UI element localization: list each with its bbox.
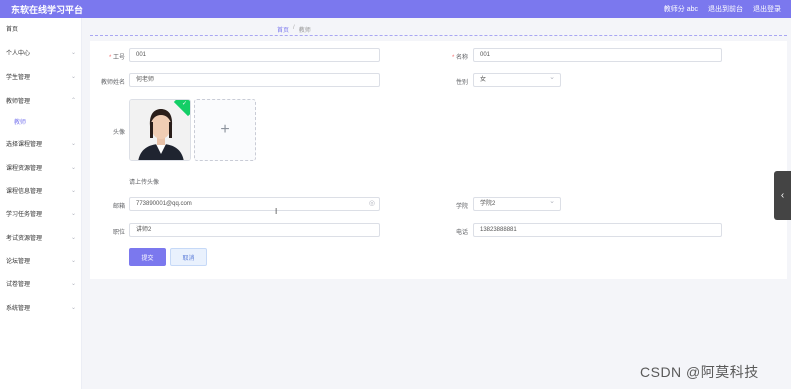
chevron-down-icon: ⌄: [70, 234, 76, 241]
youxiang-input[interactable]: 773890001@qq.com ◎: [129, 197, 380, 211]
dianhua-input[interactable]: 13823888881: [473, 223, 722, 237]
app-title: 东软在线学习平台: [11, 5, 84, 15]
sidebar-item-label: 首页: [6, 26, 19, 33]
xueyuan-select[interactable]: 学院2: [473, 196, 561, 211]
chevron-down-icon: ⌄: [70, 257, 76, 264]
sidebar-item-personal[interactable]: 个人中心 ⌄: [6, 45, 76, 59]
chevron-down-icon: ⌄: [70, 304, 76, 311]
user-info-link[interactable]: 教师分 abc: [664, 4, 698, 14]
sidebar: 首页 个人中心 ⌄ 学生管理 ⌄ 教师管理 ⌃ 教师 选择课程管理 ⌄ 课程资源管理 ⌄ …: [0, 18, 82, 389]
chevron-left-icon: ‹: [780, 190, 785, 201]
breadcrumb-separator: /: [293, 25, 295, 31]
youxiang-value: 773890001@qq.com: [136, 201, 192, 207]
upload-hint: 请上传头像: [129, 180, 160, 186]
xingming-input[interactable]: 何老师: [129, 73, 380, 87]
sidebar-item-course-info[interactable]: 课程信息管理 ⌄: [6, 183, 76, 197]
chevron-down-icon: ⌄: [70, 187, 76, 194]
submit-button[interactable]: 提交: [129, 248, 166, 266]
sidebar-item-students[interactable]: 学生管理 ⌄: [6, 69, 76, 83]
chevron-down-icon: ⌄: [70, 73, 76, 80]
sidebar-item-label: 教师管理: [6, 98, 31, 105]
side-collapse-tab[interactable]: ‹: [774, 171, 791, 220]
touxiang-label: 头像: [112, 130, 125, 136]
header-links: 教师分 abc 退出到前台 退出登录: [664, 4, 781, 14]
plus-icon: +: [220, 121, 230, 138]
sidebar-item-label: 学习任务管理: [6, 211, 43, 218]
sidebar-item-label: 个人中心: [6, 50, 31, 57]
xueyuan-value: 学院2: [480, 201, 496, 207]
chevron-down-icon: ⌄: [70, 140, 76, 147]
sidebar-item-papers[interactable]: 试卷管理 ⌄: [6, 276, 76, 290]
xingbie-value: 女: [480, 77, 487, 83]
avatar-photo[interactable]: ✓: [129, 99, 191, 161]
sidebar-item-course-select[interactable]: 选择课程管理 ⌄: [6, 136, 76, 150]
breadcrumb-bar: 首页 / 教师: [90, 22, 787, 36]
xingbie-select[interactable]: 女: [473, 72, 561, 87]
youxiang-label: 邮箱: [112, 204, 125, 210]
mingcheng-label: * 名称: [451, 55, 468, 61]
xingming-label: 教师姓名: [100, 80, 125, 86]
sidebar-item-forum[interactable]: 论坛管理 ⌄: [6, 253, 76, 267]
sidebar-item-label: 系统管理: [6, 305, 31, 312]
sidebar-item-label: 试卷管理: [6, 281, 31, 288]
breadcrumb: 首页 / 教师: [277, 25, 311, 34]
sidebar-item-label: 课程资源管理: [6, 165, 43, 172]
breadcrumb-home[interactable]: 首页: [277, 25, 289, 34]
chevron-down-icon: ⌄: [70, 49, 76, 56]
text-cursor-icon: I: [275, 207, 278, 216]
sidebar-item-system[interactable]: 系统管理 ⌄: [6, 300, 76, 314]
watermark: CSDN @阿莫科技: [640, 364, 759, 380]
breadcrumb-current: 教师: [298, 28, 311, 34]
zhiwei-label: 职位: [112, 230, 125, 236]
sidebar-item-exam-resources[interactable]: 考试资源管理 ⌄: [6, 230, 76, 244]
sidebar-item-home[interactable]: 首页: [6, 21, 76, 35]
xueyuan-label: 学院: [455, 204, 468, 210]
sidebar-item-label: 学生管理: [6, 74, 31, 81]
zhiwei-input[interactable]: 讲师2: [129, 223, 380, 237]
back-to-front-link[interactable]: 退出到前台: [708, 4, 743, 14]
sidebar-item-label: 论坛管理: [6, 258, 31, 265]
sidebar-item-course-resources[interactable]: 课程资源管理 ⌄: [6, 160, 76, 174]
sidebar-item-label: 选择课程管理: [6, 141, 43, 148]
cancel-button[interactable]: 取消: [170, 248, 207, 266]
gonghao-input[interactable]: 001: [129, 48, 380, 62]
sidebar-subitem-teacher[interactable]: 教师: [14, 117, 26, 126]
sidebar-item-label: 考试资源管理: [6, 235, 43, 242]
chevron-down-icon: ⌄: [70, 210, 76, 217]
chevron-up-icon: ⌃: [70, 97, 76, 104]
sidebar-item-teachers[interactable]: 教师管理 ⌃: [6, 93, 76, 107]
top-bar: 东软在线学习平台 教师分 abc 退出到前台 退出登录: [0, 0, 791, 18]
chevron-down-icon: ⌄: [70, 164, 76, 171]
mingcheng-input[interactable]: 001: [473, 48, 722, 62]
upload-plus-button[interactable]: +: [194, 99, 256, 161]
chevron-down-icon: ⌄: [70, 280, 76, 287]
logout-link[interactable]: 退出登录: [753, 4, 781, 14]
xingbie-label: 性别: [455, 80, 468, 86]
sidebar-item-label: 课程信息管理: [6, 188, 43, 195]
sidebar-item-tasks[interactable]: 学习任务管理 ⌄: [6, 206, 76, 220]
dianhua-label: 电话: [455, 230, 468, 236]
gonghao-label: * 工号: [108, 55, 125, 61]
eye-icon[interactable]: ◎: [369, 198, 375, 210]
